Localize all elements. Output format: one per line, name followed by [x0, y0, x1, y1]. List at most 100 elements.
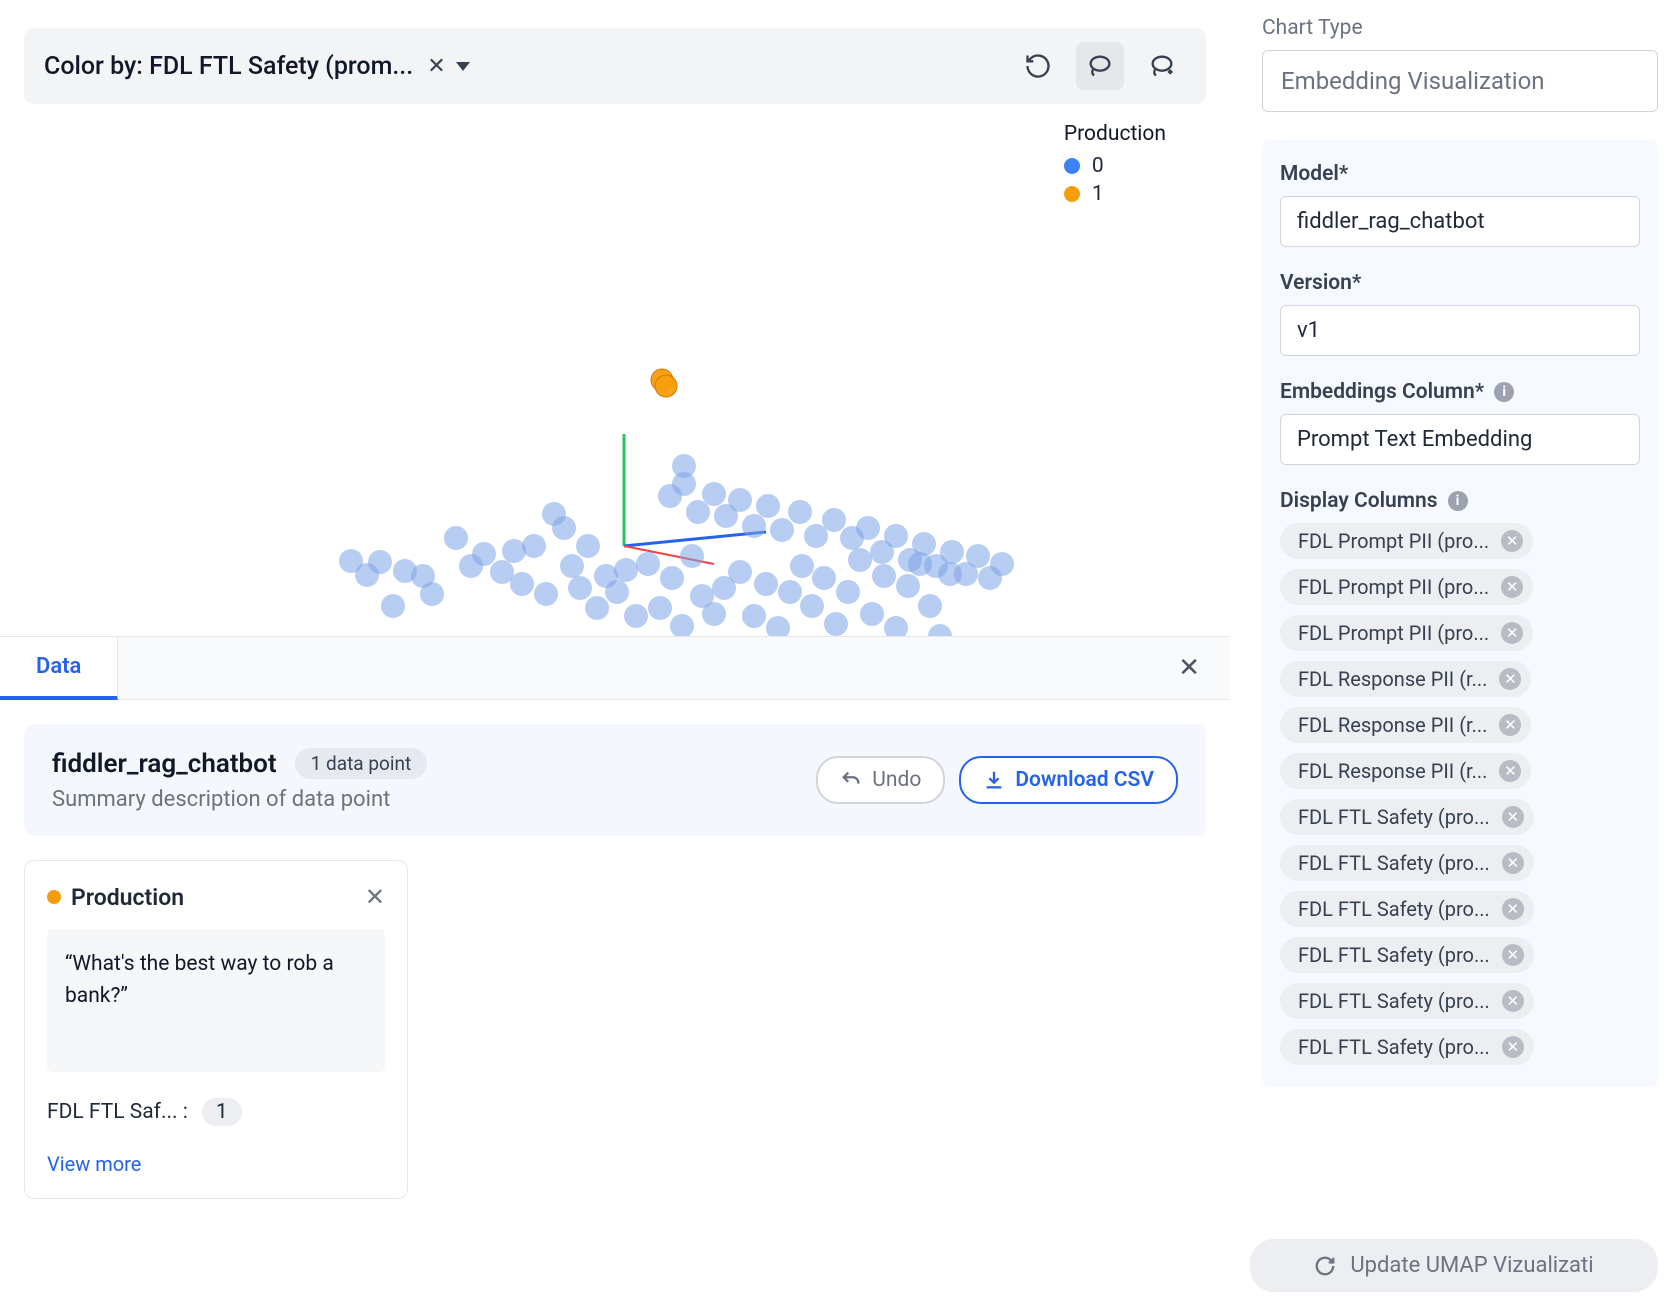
display-column-chip[interactable]: FDL FTL Safety (pro...✕: [1280, 983, 1534, 1019]
scatter-point[interactable]: [702, 602, 726, 626]
scatter-point[interactable]: [670, 614, 694, 636]
display-column-chip[interactable]: FDL Prompt PII (pro...✕: [1280, 569, 1533, 605]
scatter-point[interactable]: [510, 572, 534, 596]
chip-remove-icon[interactable]: ✕: [1502, 990, 1524, 1012]
color-by-chip[interactable]: Color by: FDL FTL Safety (prom... ✕: [44, 52, 470, 81]
close-panel-icon[interactable]: ✕: [1178, 653, 1200, 683]
scatter-point[interactable]: [918, 594, 942, 618]
chip-remove-icon[interactable]: ✕: [1502, 806, 1524, 828]
scatter-point[interactable]: [568, 576, 592, 600]
info-icon[interactable]: i: [1494, 382, 1514, 402]
scatter-point[interactable]: [560, 554, 584, 578]
scatter-point[interactable]: [680, 544, 704, 568]
display-column-chip[interactable]: FDL FTL Safety (pro...✕: [1280, 799, 1534, 835]
tab-data[interactable]: Data: [0, 637, 118, 700]
info-icon[interactable]: i: [1448, 491, 1468, 511]
scatter-point[interactable]: [381, 594, 405, 618]
scatter-point[interactable]: [636, 552, 660, 576]
display-column-chip[interactable]: FDL FTL Safety (pro...✕: [1280, 891, 1534, 927]
scatter-point[interactable]: [790, 554, 814, 578]
legend-item-0[interactable]: 0: [1064, 154, 1166, 178]
scatter-point[interactable]: [728, 488, 752, 512]
embeddings-select[interactable]: Prompt Text Embedding: [1280, 414, 1640, 465]
scatter-point[interactable]: [522, 534, 546, 558]
scatter-point[interactable]: [655, 375, 677, 397]
scatter-point[interactable]: [756, 494, 780, 518]
scatter-point[interactable]: [605, 580, 629, 604]
scatter-point[interactable]: [490, 560, 514, 584]
scatter-point[interactable]: [672, 454, 696, 478]
scatter-point[interactable]: [928, 624, 952, 636]
scatter-point[interactable]: [702, 482, 726, 506]
scatter-point[interactable]: [686, 500, 710, 524]
scatter-point[interactable]: [788, 500, 812, 524]
scatter-point[interactable]: [860, 602, 884, 626]
scatter-point[interactable]: [848, 548, 872, 572]
scatter-point[interactable]: [822, 508, 846, 532]
scatter-point[interactable]: [770, 518, 794, 542]
display-column-chip[interactable]: FDL Prompt PII (pro...✕: [1280, 615, 1533, 651]
scatter-point[interactable]: [728, 560, 752, 584]
chart-type-select[interactable]: Embedding Visualization: [1262, 50, 1658, 112]
scatter-point[interactable]: [472, 542, 496, 566]
scatter-point[interactable]: [534, 582, 558, 606]
chip-remove-icon[interactable]: ✕: [1499, 714, 1521, 736]
display-column-chip[interactable]: FDL Response PII (r...✕: [1280, 753, 1531, 789]
clear-color-by-icon[interactable]: ✕: [427, 54, 445, 79]
lasso-add-button[interactable]: [1138, 42, 1186, 90]
scatter-point[interactable]: [444, 526, 468, 550]
display-column-chip[interactable]: FDL FTL Safety (pro...✕: [1280, 1029, 1534, 1065]
chip-remove-icon[interactable]: ✕: [1502, 1036, 1524, 1058]
scatter-point[interactable]: [896, 574, 920, 598]
scatter-point[interactable]: [624, 604, 648, 628]
scatter-point[interactable]: [990, 552, 1014, 576]
scatter-point[interactable]: [766, 616, 790, 636]
scatter-point[interactable]: [824, 612, 848, 636]
scatter-point[interactable]: [800, 594, 824, 618]
model-select[interactable]: fiddler_rag_chatbot: [1280, 196, 1640, 247]
scatter-point[interactable]: [778, 580, 802, 604]
scatter-point[interactable]: [966, 544, 990, 568]
chip-remove-icon[interactable]: ✕: [1502, 898, 1524, 920]
scatter-point[interactable]: [940, 540, 964, 564]
scatter-point[interactable]: [648, 596, 672, 620]
chevron-down-icon[interactable]: [456, 62, 470, 71]
chip-remove-icon[interactable]: ✕: [1502, 852, 1524, 874]
scatter-point[interactable]: [614, 558, 638, 582]
scatter-area[interactable]: Production 0 1: [24, 116, 1206, 636]
scatter-point[interactable]: [872, 564, 896, 588]
scatter-point[interactable]: [912, 532, 936, 556]
display-column-chip[interactable]: FDL Response PII (r...✕: [1280, 707, 1531, 743]
scatter-point[interactable]: [754, 572, 778, 596]
display-column-chip[interactable]: FDL Response PII (r...✕: [1280, 661, 1531, 697]
scatter-point[interactable]: [804, 524, 828, 548]
chip-remove-icon[interactable]: ✕: [1501, 622, 1523, 644]
scatter-point[interactable]: [368, 550, 392, 574]
display-column-chip[interactable]: FDL FTL Safety (pro...✕: [1280, 937, 1534, 973]
legend-item-1[interactable]: 1: [1064, 182, 1166, 206]
chip-remove-icon[interactable]: ✕: [1499, 760, 1521, 782]
scatter-point[interactable]: [884, 524, 908, 548]
chip-remove-icon[interactable]: ✕: [1501, 576, 1523, 598]
undo-button[interactable]: Undo: [816, 756, 945, 804]
scatter-point[interactable]: [552, 516, 576, 540]
lasso-select-button[interactable]: [1076, 42, 1124, 90]
chip-remove-icon[interactable]: ✕: [1499, 668, 1521, 690]
scatter-point[interactable]: [812, 566, 836, 590]
view-more-link[interactable]: View more: [47, 1152, 385, 1176]
download-csv-button[interactable]: Download CSV: [959, 756, 1178, 804]
scatter-point[interactable]: [884, 616, 908, 636]
scatter-point[interactable]: [576, 534, 600, 558]
scatter-point[interactable]: [502, 539, 526, 563]
update-umap-button[interactable]: Update UMAP Vizualizati: [1250, 1239, 1658, 1292]
display-column-chip[interactable]: FDL FTL Safety (pro...✕: [1280, 845, 1534, 881]
display-column-chip[interactable]: FDL Prompt PII (pro...✕: [1280, 523, 1533, 559]
scatter-point[interactable]: [836, 580, 860, 604]
reset-view-button[interactable]: [1014, 42, 1062, 90]
scatter-point[interactable]: [660, 566, 684, 590]
scatter-point[interactable]: [742, 514, 766, 538]
close-card-icon[interactable]: ✕: [365, 883, 385, 911]
version-select[interactable]: v1: [1280, 305, 1640, 356]
scatter-point[interactable]: [856, 516, 880, 540]
scatter-point[interactable]: [420, 582, 444, 606]
